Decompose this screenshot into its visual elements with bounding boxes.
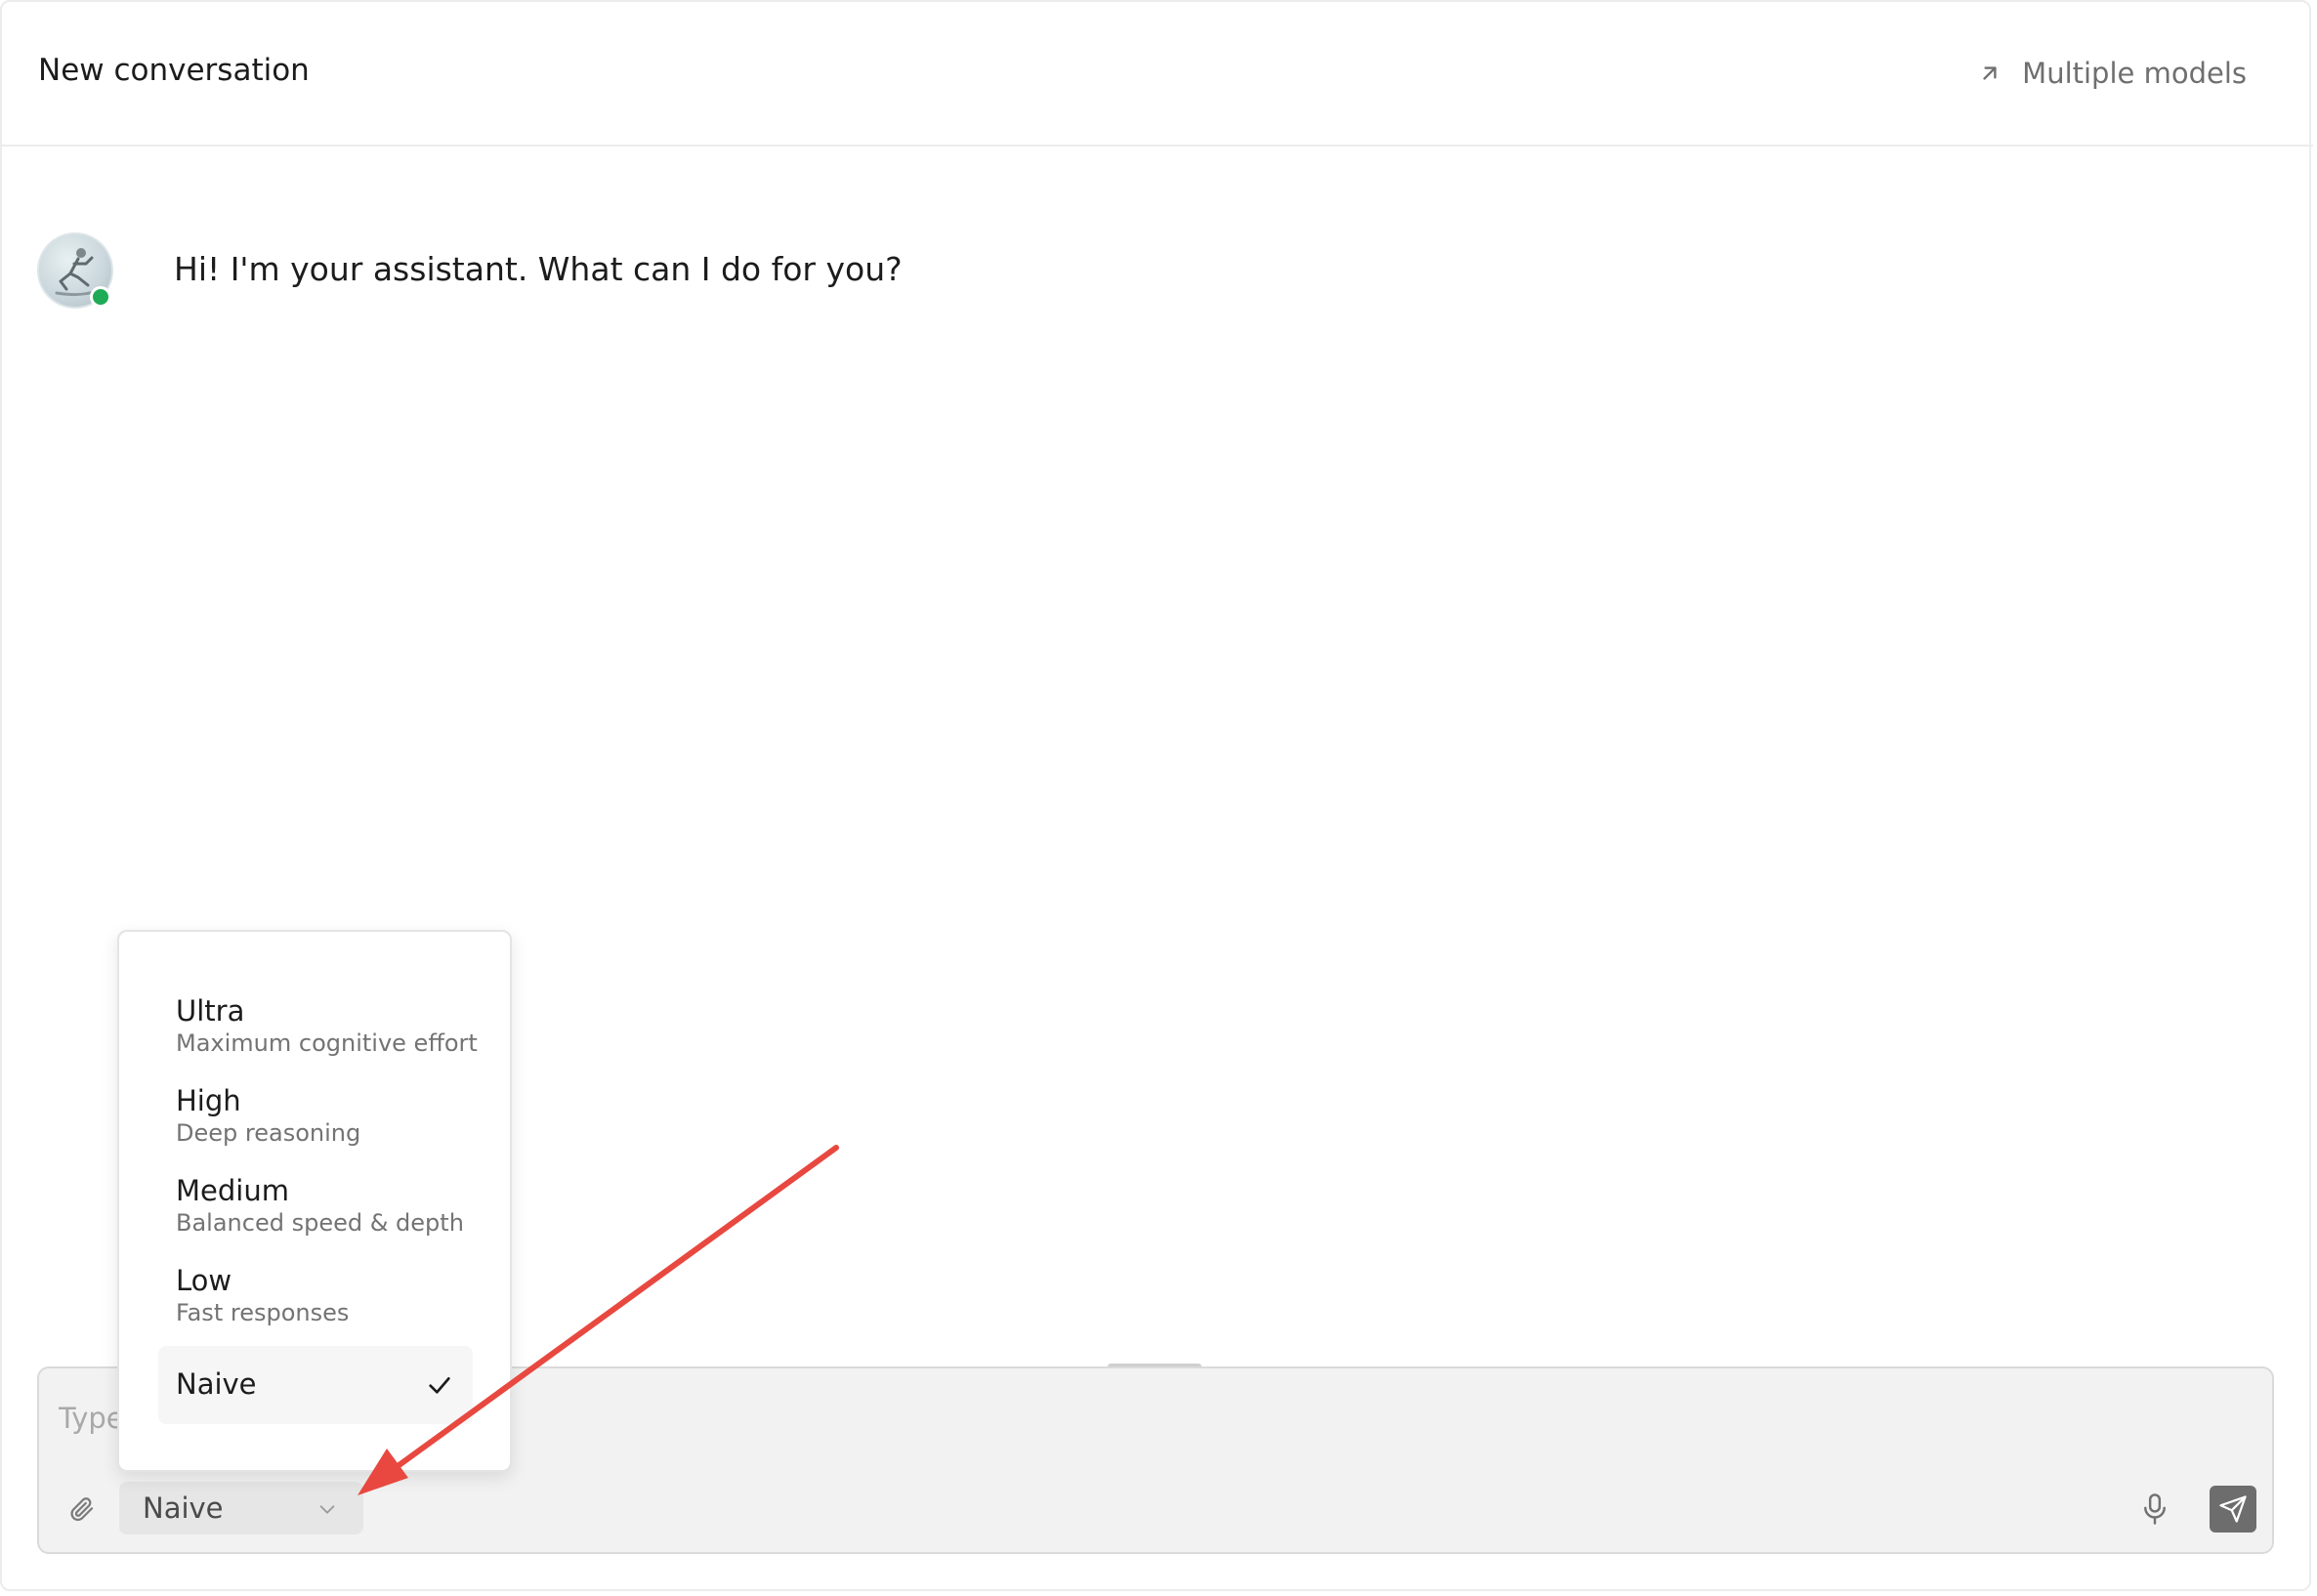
multiple-models-button[interactable]: Multiple models [1977,57,2247,90]
effort-option-name: Medium [176,1174,289,1207]
paperclip-icon [70,1497,94,1522]
chevron-down-icon [319,1505,335,1514]
app-window: New conversation Multiple models Hi! I'm… [0,0,2313,1591]
attach-button[interactable] [63,1490,102,1529]
effort-option-naive[interactable]: Naive [158,1346,473,1424]
send-button[interactable] [2210,1486,2256,1533]
effort-option-name: Ultra [176,994,245,1028]
effort-option-name: Low [176,1264,232,1297]
effort-option-description: Balanced speed & depth [176,1209,464,1237]
effort-select-value: Naive [143,1491,224,1525]
header: New conversation Multiple models [2,2,2313,147]
send-icon [2219,1495,2247,1523]
effort-option-name: Naive [176,1367,257,1401]
effort-option-ultra[interactable]: Ultra Maximum cognitive effort [119,994,510,1082]
effort-select[interactable]: Naive [119,1482,363,1534]
effort-option-medium[interactable]: Medium Balanced speed & depth [119,1174,510,1262]
page-title: New conversation [38,53,310,88]
online-status-dot [90,286,111,308]
microphone-button[interactable] [2133,1488,2176,1531]
microphone-icon [2144,1493,2166,1525]
effort-option-high[interactable]: High Deep reasoning [119,1084,510,1172]
effort-option-description: Maximum cognitive effort [176,1029,478,1057]
effort-option-name: High [176,1084,241,1117]
effort-option-low[interactable]: Low Fast responses [119,1264,510,1342]
arrow-up-right-icon [1983,66,1997,80]
assistant-message: Hi! I'm your assistant. What can I do fo… [174,250,903,288]
multiple-models-label: Multiple models [2022,57,2247,90]
effort-option-description: Fast responses [176,1299,350,1326]
effort-option-description: Deep reasoning [176,1119,361,1147]
effort-dropdown-menu: Ultra Maximum cognitive effort High Deep… [117,930,512,1472]
check-icon [429,1377,450,1394]
